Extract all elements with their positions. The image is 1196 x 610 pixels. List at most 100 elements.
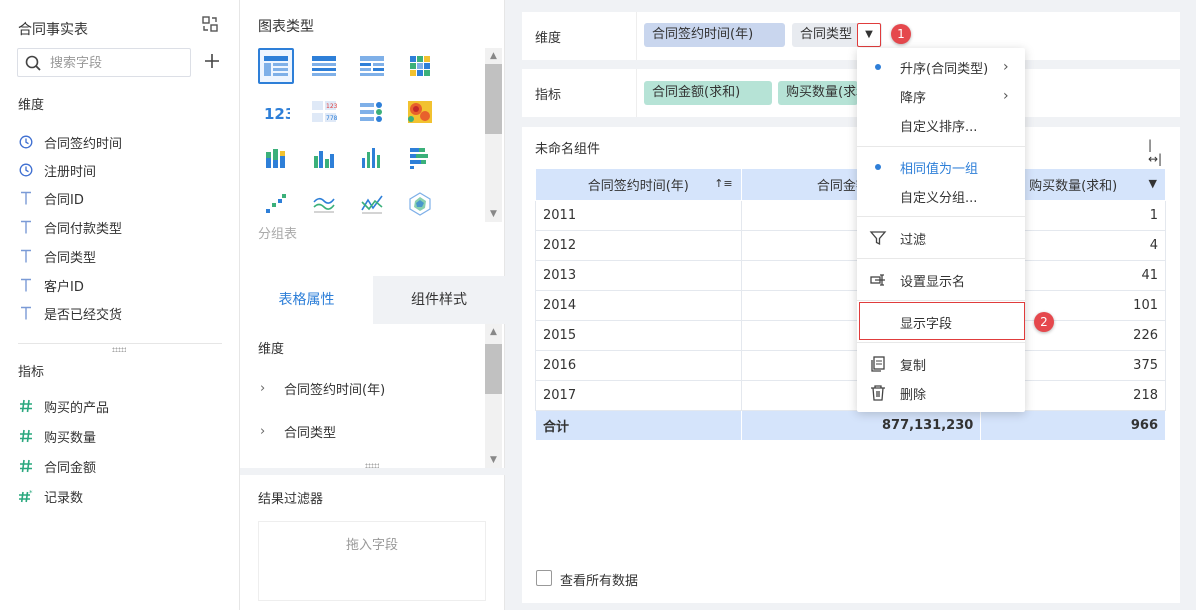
grouped-bar-chart-icon[interactable] <box>306 140 342 176</box>
menu-item-delete[interactable]: 删除 <box>857 379 1025 407</box>
cell-year: 2011 <box>535 200 742 231</box>
sort-icon[interactable]: ↑≡ <box>714 177 732 190</box>
kpi-indicator-chart-icon[interactable] <box>354 94 390 130</box>
chevron-right-icon: › <box>260 380 266 396</box>
cell-year: 2014 <box>535 290 742 321</box>
result-filter-header: 结果过滤器 <box>258 492 324 507</box>
column-chart-icon[interactable] <box>354 140 390 176</box>
measure-item[interactable]: 合同金额 <box>18 455 96 477</box>
table-row: 2011 1 <box>535 200 1166 231</box>
step-badge-2: 2 <box>1034 312 1054 332</box>
scroll-down-icon[interactable]: ▼ <box>485 452 502 468</box>
table-widget: 未命名组件 |↔| 合同签约时间(年) ↑≡ 合同金额(求和) 购买数量(求和)… <box>522 127 1180 603</box>
dataset-title: 合同事实表 <box>18 22 88 38</box>
property-scrollbar[interactable]: ▲ ▼ <box>485 324 502 468</box>
menu-item-copy[interactable]: 复制 <box>857 350 1025 378</box>
group-table-chart-icon[interactable] <box>258 48 294 84</box>
search-icon <box>25 55 41 71</box>
data-table: 合同签约时间(年) ↑≡ 合同金额(求和) 购买数量(求和) ▼ 2011120… <box>535 168 1166 441</box>
tree-item-contract-type[interactable]: › 合同类型 <box>260 421 336 441</box>
menu-item-custom-group[interactable]: 自定义分组... <box>857 182 1025 210</box>
field-item[interactable]: 客户ID <box>18 274 84 296</box>
field-item[interactable]: 合同签约时间 <box>18 131 122 153</box>
cell-year: 2015 <box>535 320 742 351</box>
clock-icon <box>18 134 34 150</box>
tab-table-properties[interactable]: 表格属性 <box>240 276 373 324</box>
table-row: 2013 41 <box>535 260 1166 291</box>
resize-handle[interactable] <box>112 347 126 352</box>
menu-item-same-value-group[interactable]: 相同值为一组 <box>857 153 1025 181</box>
stacked-bar-chart-icon[interactable] <box>258 140 294 176</box>
area-line-chart-icon[interactable] <box>354 186 390 222</box>
horizontal-bar-chart-icon[interactable] <box>402 140 438 176</box>
menu-item-custom-sort[interactable]: 自定义排序... <box>857 111 1025 139</box>
table-row: 2015 226 <box>535 320 1166 351</box>
cell-year: 2012 <box>535 230 742 261</box>
rename-icon <box>870 274 885 286</box>
chevron-down-icon[interactable]: ▼ <box>1149 177 1157 190</box>
panel-separator <box>240 468 505 475</box>
field-item[interactable]: 注册时间 <box>18 159 96 181</box>
column-width-icon[interactable]: |↔| <box>1148 138 1166 166</box>
view-all-checkbox[interactable] <box>536 570 552 586</box>
radar-chart-icon[interactable] <box>402 186 438 222</box>
field-item[interactable]: 合同付款类型 <box>18 216 122 238</box>
field-item[interactable]: 合同ID <box>18 187 84 209</box>
field-panel: 合同事实表 维度 合同签约时间注册时间合同ID 合同付款类型合同类型客户ID 是否已… <box>0 0 240 610</box>
selected-dot-icon <box>875 164 881 170</box>
table-header-year[interactable]: 合同签约时间(年) ↑≡ <box>535 168 742 201</box>
text-type-icon <box>18 248 34 264</box>
scroll-up-icon[interactable]: ▲ <box>485 48 502 64</box>
tab-widget-style[interactable]: 组件样式 <box>373 276 505 324</box>
tree-item-contract-year[interactable]: › 合同签约时间(年) <box>260 378 385 398</box>
hash-icon <box>18 398 34 414</box>
table-row: 2016 375 <box>535 350 1166 381</box>
menu-item-descending[interactable]: 降序 › <box>857 82 1025 110</box>
trash-icon <box>871 385 885 401</box>
multi-kpi-chart-icon[interactable]: 123 778 <box>306 94 342 130</box>
menu-item-rename[interactable]: 设置显示名 <box>857 266 1025 294</box>
add-field-icon[interactable] <box>203 52 221 70</box>
field-search-box[interactable] <box>17 48 191 77</box>
menu-item-ascending[interactable]: 升序(合同类型) › <box>857 53 1025 81</box>
widget-title: 未命名组件 <box>535 142 601 157</box>
svg-text:*: * <box>29 489 33 497</box>
table-row: 2017 218 <box>535 380 1166 411</box>
dropdown-caret-icon[interactable]: ▼ <box>857 23 881 47</box>
measure-section-header: 指标 <box>18 365 45 380</box>
text-type-icon <box>18 277 34 293</box>
table-total-row: 合计 877,131,230 966 <box>535 410 1166 441</box>
dimension-section-header: 维度 <box>18 98 45 113</box>
copy-icon <box>871 356 885 372</box>
chevron-right-icon: › <box>1003 88 1009 104</box>
selected-chart-type-label: 分组表 <box>258 227 298 242</box>
detail-table-chart-icon[interactable] <box>306 48 342 84</box>
cell-year: 2017 <box>535 380 742 411</box>
field-item[interactable]: 合同类型 <box>18 245 96 267</box>
chevron-right-icon: › <box>260 423 266 439</box>
section-divider <box>18 343 222 344</box>
measure-item[interactable]: 购买数量 <box>18 425 96 447</box>
measure-item[interactable]: 购买的产品 <box>18 395 109 417</box>
kpi-number-chart-icon[interactable]: 123 <box>258 94 294 130</box>
field-item[interactable]: 是否已经交货 <box>18 302 122 324</box>
scroll-down-icon[interactable]: ▼ <box>485 206 502 222</box>
selected-dot-icon <box>875 64 881 70</box>
scroll-up-icon[interactable]: ▲ <box>485 324 502 340</box>
scatter-chart-icon[interactable] <box>258 186 294 222</box>
highlight-box-show-field <box>859 302 1025 340</box>
measure-item[interactable]: * 记录数 <box>18 485 83 507</box>
cross-table-chart-icon[interactable] <box>354 48 390 84</box>
measure-pill-contract-amount[interactable]: 合同金额(求和) <box>644 81 772 105</box>
search-input[interactable] <box>50 53 186 73</box>
menu-item-filter[interactable]: 过滤 <box>857 224 1025 252</box>
dimension-pill-contract-year[interactable]: 合同签约时间(年) <box>644 23 785 47</box>
filter-drop-zone[interactable]: 拖入字段 <box>258 521 486 601</box>
switch-dataset-icon[interactable] <box>201 15 219 33</box>
color-table-chart-icon[interactable] <box>402 48 438 84</box>
chart-type-scrollbar[interactable]: ▲ ▼ <box>485 48 502 222</box>
chevron-right-icon: › <box>1003 59 1009 75</box>
line-chart-icon[interactable] <box>306 186 342 222</box>
heatmap-chart-icon[interactable] <box>402 94 438 130</box>
measure-pill-purchase-qty[interactable]: 购买数量(求和) <box>778 81 858 105</box>
